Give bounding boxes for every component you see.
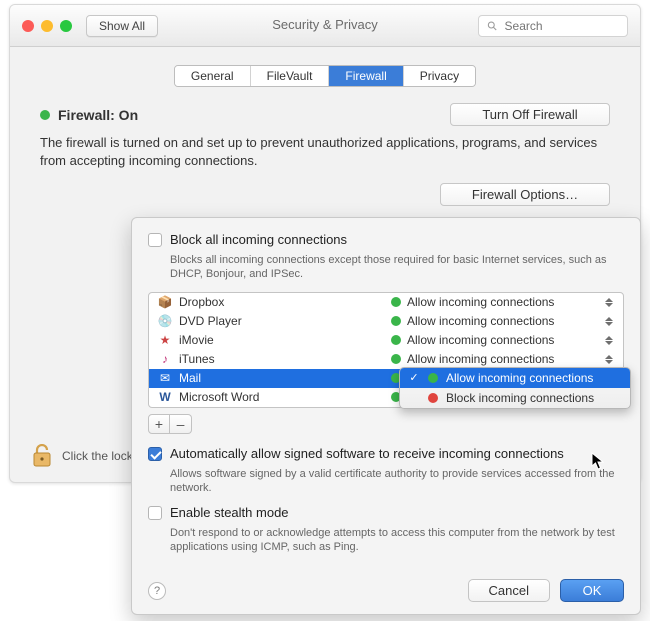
stepper-icon[interactable]	[605, 298, 617, 307]
turn-off-firewall-button[interactable]: Turn Off Firewall	[450, 103, 610, 126]
status-text: Allow incoming connections	[407, 314, 554, 328]
block-all-label: Block all incoming connections	[170, 232, 347, 247]
dropbox-icon: 📦	[157, 294, 173, 310]
stealth-label: Enable stealth mode	[170, 505, 289, 520]
add-app-button[interactable]: +	[148, 414, 170, 434]
popup-allow[interactable]: ✓ Allow incoming connections	[400, 368, 630, 388]
auto-allow-label: Automatically allow signed software to r…	[170, 446, 564, 461]
block-all-subtext: Blocks all incoming connections except t…	[170, 253, 624, 282]
auto-allow-row[interactable]: Automatically allow signed software to r…	[148, 446, 624, 461]
status-dot-icon	[40, 110, 50, 120]
titlebar: Show All Security & Privacy	[10, 5, 640, 47]
popup-block-label: Block incoming connections	[446, 391, 594, 405]
mail-icon: ✉	[157, 370, 173, 386]
check-icon: ✓	[408, 371, 420, 384]
window-controls	[22, 20, 72, 32]
connection-popup: ✓ Allow incoming connections Block incom…	[399, 367, 631, 409]
app-name: iMovie	[179, 333, 391, 347]
zoom-icon[interactable]	[60, 20, 72, 32]
tab-privacy[interactable]: Privacy	[404, 66, 475, 86]
close-icon[interactable]	[22, 20, 34, 32]
stepper-icon[interactable]	[605, 355, 617, 364]
status-dot-icon	[391, 297, 401, 307]
popup-allow-label: Allow incoming connections	[446, 371, 593, 385]
app-name: DVD Player	[179, 314, 391, 328]
firewall-options-sheet: Block all incoming connections Blocks al…	[131, 217, 641, 615]
dvdplayer-icon: 💿	[157, 313, 173, 329]
word-icon: W	[157, 389, 173, 405]
status-text: Allow incoming connections	[407, 352, 554, 366]
stealth-row[interactable]: Enable stealth mode	[148, 505, 624, 520]
stepper-icon[interactable]	[605, 336, 617, 345]
firewall-status-label: Firewall: On	[58, 107, 138, 123]
tab-firewall[interactable]: Firewall	[329, 66, 403, 86]
auto-allow-subtext: Allows software signed by a valid certif…	[170, 467, 624, 496]
auto-allow-checkbox[interactable]	[148, 447, 162, 461]
lock-icon	[32, 444, 52, 468]
search-input[interactable]	[503, 18, 619, 34]
app-row-itunes[interactable]: ♪ iTunes Allow incoming connections	[149, 350, 623, 369]
tab-general[interactable]: General	[175, 66, 251, 86]
app-name: Dropbox	[179, 295, 391, 309]
popup-block[interactable]: Block incoming connections	[400, 388, 630, 408]
show-all-button[interactable]: Show All	[86, 15, 158, 37]
status-text: Allow incoming connections	[407, 333, 554, 347]
itunes-icon: ♪	[157, 351, 173, 367]
app-row-dvdplayer[interactable]: 💿 DVD Player Allow incoming connections	[149, 312, 623, 331]
app-name: iTunes	[179, 352, 391, 366]
app-row-imovie[interactable]: ★ iMovie Allow incoming connections	[149, 331, 623, 350]
stealth-checkbox[interactable]	[148, 506, 162, 520]
tab-filevault[interactable]: FileVault	[251, 66, 330, 86]
ok-button[interactable]: OK	[560, 579, 624, 602]
app-name: Mail	[179, 371, 391, 385]
status-dot-icon	[391, 354, 401, 364]
stealth-subtext: Don't respond to or acknowledge attempts…	[170, 526, 624, 555]
search-field[interactable]	[478, 15, 628, 37]
app-name: Microsoft Word	[179, 390, 391, 404]
help-button[interactable]: ?	[148, 582, 166, 600]
cancel-button[interactable]: Cancel	[468, 579, 550, 602]
block-all-checkbox[interactable]	[148, 233, 162, 247]
status-dot-icon	[391, 316, 401, 326]
status-dot-icon	[428, 373, 438, 383]
stepper-icon[interactable]	[605, 317, 617, 326]
firewall-description: The firewall is turned on and set up to …	[40, 134, 610, 169]
app-list: 📦 Dropbox Allow incoming connections 💿 D…	[148, 292, 624, 408]
status-dot-icon	[391, 335, 401, 345]
status-text: Allow incoming connections	[407, 295, 554, 309]
search-icon	[487, 20, 498, 32]
app-row-dropbox[interactable]: 📦 Dropbox Allow incoming connections	[149, 293, 623, 312]
remove-app-button[interactable]: –	[170, 414, 192, 434]
block-all-row[interactable]: Block all incoming connections	[148, 232, 624, 247]
firewall-options-button[interactable]: Firewall Options…	[440, 183, 610, 206]
firewall-pane: Firewall: On Turn Off Firewall The firew…	[10, 99, 640, 206]
status-dot-icon	[428, 393, 438, 403]
imovie-icon: ★	[157, 332, 173, 348]
tab-bar: General FileVault Firewall Privacy	[10, 65, 640, 87]
minimize-icon[interactable]	[41, 20, 53, 32]
